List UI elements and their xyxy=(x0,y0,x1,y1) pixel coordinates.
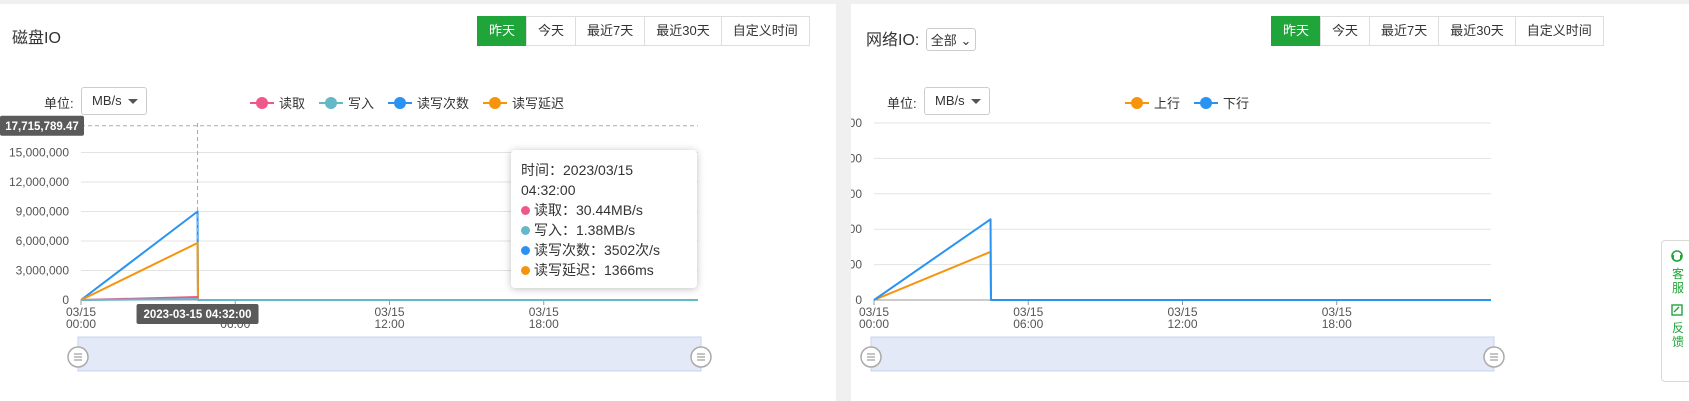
floating-side-tab: 客服 反馈 xyxy=(1661,240,1689,382)
y-tick-label: 2,000 xyxy=(851,151,862,165)
tooltip-iops-dot-icon xyxy=(521,245,530,255)
disk-io-panel: 磁盘IO 昨天 今天 最近7天 最近30天 自定义时间 单位: MB/s 读取 … xyxy=(0,4,836,401)
pointer-x-label: 2023-03-15 04:32:00 xyxy=(144,309,252,321)
y-tick-label: 500 xyxy=(851,258,862,272)
data-zoom-handle-icon[interactable] xyxy=(860,346,882,368)
tooltip-latency-text: 读写延迟：1366ms xyxy=(534,262,654,278)
customer-service-label[interactable]: 客服 xyxy=(1672,267,1686,295)
network-io-chart[interactable]: 05001,0001,5002,0002,500 03/1500:0003/15… xyxy=(851,4,1689,401)
data-zoom-handle-icon[interactable] xyxy=(1483,346,1505,368)
y-tick-label: 15,000,000 xyxy=(9,146,69,160)
tooltip-row-write: 写入：1.38MB/s xyxy=(521,220,687,240)
tooltip-row-latency: 读写延迟：1366ms xyxy=(521,260,687,280)
feedback-label[interactable]: 反馈 xyxy=(1672,321,1686,349)
y-tick-label: 1,500 xyxy=(851,187,862,201)
data-zoom-track xyxy=(870,336,1495,372)
data-zoom-track xyxy=(77,336,702,372)
tooltip-time: 时间：2023/03/15 04:32:00 xyxy=(521,162,634,198)
x-tick-label: 12:00 xyxy=(1167,317,1197,331)
data-zoom-handle-icon[interactable] xyxy=(690,346,712,368)
customer-service-icon[interactable] xyxy=(1671,249,1689,267)
y-tick-label: 12,000,000 xyxy=(9,175,69,189)
x-tick-label: 00:00 xyxy=(859,317,889,331)
tooltip-write-text: 写入：1.38MB/s xyxy=(534,222,636,238)
x-tick-label: 18:00 xyxy=(1322,317,1352,331)
x-tick-label: 12:00 xyxy=(374,317,404,331)
series-line-上行 xyxy=(873,250,1491,301)
feedback-icon[interactable] xyxy=(1671,303,1689,321)
tooltip-read-dot-icon xyxy=(521,205,530,215)
x-tick-label: 00:00 xyxy=(66,317,96,331)
tooltip-latency-dot-icon xyxy=(521,265,530,275)
tooltip-row-read: 读取：30.44MB/s xyxy=(521,200,687,220)
tooltip-read-text: 读取：30.44MB/s xyxy=(534,202,643,218)
tooltip-row-iops: 读写次数：3502次/s xyxy=(521,240,687,260)
series-line-写入 xyxy=(80,298,698,301)
disk-io-chart[interactable]: 03,000,0006,000,0009,000,00012,000,00015… xyxy=(0,4,836,401)
y-tick-label: 2,500 xyxy=(851,116,862,130)
y-tick-label: 6,000,000 xyxy=(16,234,70,248)
data-zoom-handle-icon[interactable] xyxy=(67,346,89,368)
network-io-panel: 网络IO: 全部 ⌄ 昨天 今天 最近7天 最近30天 自定义时间 单位: MB… xyxy=(851,4,1689,401)
y-tick-label: 1,000 xyxy=(851,222,862,236)
tooltip-write-dot-icon xyxy=(521,225,530,235)
max-marker-label: 17,715,789.47 xyxy=(5,121,79,133)
x-tick-label: 06:00 xyxy=(1013,317,1043,331)
series-line-下行 xyxy=(873,218,1491,301)
tooltip-iops-text: 读写次数：3502次/s xyxy=(534,242,661,258)
y-tick-label: 3,000,000 xyxy=(16,264,70,278)
y-tick-label: 9,000,000 xyxy=(16,205,70,219)
x-tick-label: 18:00 xyxy=(529,317,559,331)
disk-tooltip: 时间：2023/03/15 04:32:00 读取：30.44MB/s 写入：1… xyxy=(511,150,697,288)
